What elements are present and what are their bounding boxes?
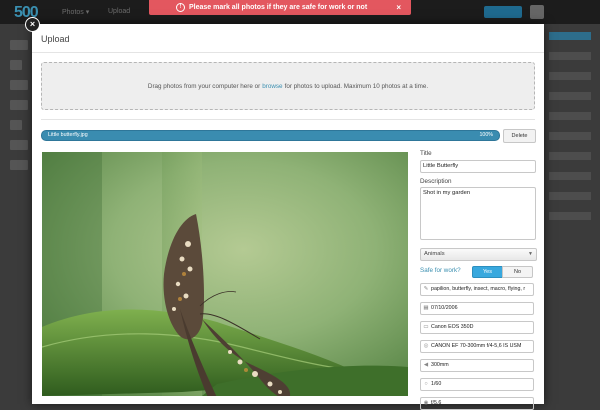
alert-text: Please mark all photos if they are safe … — [189, 4, 368, 11]
tag-icon: ✎ — [423, 286, 429, 292]
lens-value: CANON EF 70-300mm f/4-5,6 IS USM — [431, 343, 522, 349]
description-label: Description — [420, 178, 452, 185]
description-textarea[interactable]: Shot in my garden — [420, 187, 536, 240]
aperture-value: f/5.6 — [431, 400, 442, 406]
camera-field[interactable]: ▭ Canon EOS 350D — [420, 321, 534, 334]
category-select[interactable]: Animals ▼ — [420, 248, 537, 261]
shutter-icon: ○ — [424, 381, 428, 387]
upload-filename: Little butterfly.jpg — [48, 132, 88, 138]
tags-value: papilion, butterfly, insect, macro, flyi… — [431, 286, 526, 292]
focal-length-value: 300mm — [431, 362, 449, 368]
divider — [41, 119, 535, 120]
background-right-panel — [549, 32, 591, 392]
shutter-field[interactable]: ○ 1/60 — [420, 378, 534, 391]
camera-value: Canon EOS 350D — [431, 324, 474, 330]
upload-modal: Upload Drag photos from your computer he… — [32, 24, 544, 410]
modal-title: Upload — [41, 34, 70, 44]
dropzone-text-after: for photos to upload. Maximum 10 photos … — [284, 82, 429, 90]
title-input[interactable]: Little Butterfly — [420, 160, 536, 173]
focal-length-field[interactable]: ◀ 300mm — [420, 359, 534, 372]
alert-banner: ! Please mark all photos if they are saf… — [149, 0, 411, 15]
chevron-down-icon: ▼ — [528, 251, 533, 257]
sfw-no-button[interactable]: No — [502, 266, 533, 278]
focal-length-icon: ◀ — [423, 362, 429, 368]
date-field[interactable]: ▦ 07/10/2006 — [420, 302, 534, 315]
tags-field[interactable]: ✎ papilion, butterfly, insect, macro, fly… — [420, 283, 534, 296]
browse-link[interactable]: browse — [262, 83, 282, 90]
upload-percent: 100% — [479, 132, 493, 138]
close-modal-button[interactable]: × — [25, 17, 40, 32]
category-value: Animals — [424, 251, 445, 257]
menu-upload[interactable]: Upload — [108, 8, 130, 15]
camera-icon: ▭ — [423, 324, 429, 330]
butterfly-photo — [42, 152, 408, 396]
warning-icon: ! — [176, 3, 185, 12]
delete-button[interactable]: Delete — [503, 129, 536, 143]
divider — [32, 52, 544, 53]
sfw-yes-button[interactable]: Yes — [472, 266, 503, 278]
shutter-value: 1/60 — [431, 381, 442, 387]
title-label: Title — [420, 150, 432, 157]
dropzone[interactable]: Drag photos from your computer here or b… — [41, 62, 535, 110]
app-primary-button[interactable] — [484, 6, 522, 18]
dropzone-text-before: Drag photos from your computer here or — [147, 82, 261, 90]
calendar-icon: ▦ — [423, 305, 429, 311]
date-value: 07/10/2006 — [431, 305, 458, 311]
sfw-label: Safe for work? — [420, 267, 461, 274]
menu-photos[interactable]: Photos ▾ — [62, 8, 89, 16]
avatar[interactable] — [530, 5, 544, 19]
alert-close-icon[interactable]: × — [396, 3, 401, 12]
background-sidebar — [10, 40, 28, 400]
upload-progress-bar: Little butterfly.jpg 100% — [41, 130, 500, 141]
lens-field[interactable]: ◎ CANON EF 70-300mm f/4-5,6 IS USM — [420, 340, 534, 353]
photo-preview — [42, 152, 408, 396]
lens-icon: ◎ — [423, 343, 429, 349]
